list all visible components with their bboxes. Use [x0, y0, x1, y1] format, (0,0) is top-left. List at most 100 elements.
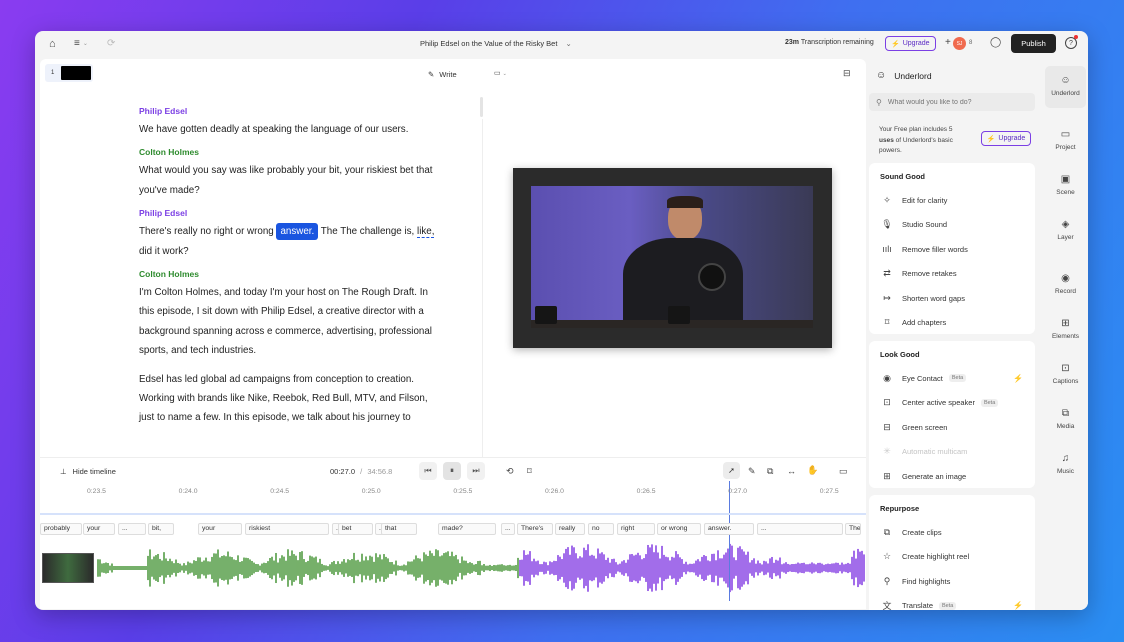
timeline-word[interactable]: bet	[338, 523, 373, 535]
tool-find-highlights[interactable]: ⚲ Find highlights	[869, 569, 1035, 594]
select-tool-icon[interactable]: ➚	[723, 462, 740, 479]
rail-media[interactable]: ⧉ Media	[1043, 408, 1088, 430]
timeline-word[interactable]: There's	[517, 523, 553, 535]
hide-timeline-button[interactable]: ⊥ Hide timeline	[60, 467, 116, 476]
skip-back-button[interactable]: ⏮	[419, 462, 437, 480]
crop-tool-icon[interactable]: ⧉	[767, 466, 773, 477]
transcript-line: background spanning across e commerce, a…	[139, 325, 432, 337]
timeline-word[interactable]: no	[588, 523, 614, 535]
timeline-word[interactable]: your	[83, 523, 115, 535]
rail-record[interactable]: ◉ Record	[1043, 273, 1088, 295]
sound-good-card: Sound Good ✧ Edit for clarity 🎙 Studio Sou…	[869, 163, 1035, 334]
timeline-word[interactable]: ...	[501, 523, 515, 535]
tool-remove-filler-words[interactable]: ıılı Remove filler words	[869, 237, 1035, 262]
sidebar-toggle-icon[interactable]: ⊟	[843, 68, 851, 79]
avatar[interactable]: SJ	[953, 37, 966, 50]
timeline-scrollbar[interactable]	[40, 513, 866, 515]
tool-create-highlight-reel[interactable]: ☆ Create highlight reel	[869, 545, 1035, 570]
tool-edit-for-clarity[interactable]: ✧ Edit for clarity	[869, 188, 1035, 213]
waveform-track[interactable]	[40, 536, 866, 606]
search-input[interactable]	[887, 98, 1028, 106]
transcript-paragraph[interactable]: What would you say was like probably you…	[139, 161, 459, 200]
tool-create-clips[interactable]: ⧉ Create clips	[869, 520, 1035, 545]
loop-icon[interactable]: ⟲	[506, 466, 514, 477]
tool-translate[interactable]: 文 Translate Beta ⚡	[869, 594, 1035, 610]
rail-elements[interactable]: ⊞ Elements	[1043, 318, 1088, 340]
draw-tool-icon[interactable]: ✎	[748, 466, 756, 477]
current-time: 00:27.0	[330, 467, 356, 476]
pause-button[interactable]: ⏸	[443, 462, 461, 480]
transcript-paragraph[interactable]: There's really no right or wrong answer.…	[139, 222, 459, 261]
add-collaborator-icon[interactable]: +	[945, 37, 951, 48]
bookmark-icon[interactable]: ⌑	[527, 466, 532, 477]
project-title[interactable]: Philip Edsel on the Value of the Risky B…	[420, 39, 572, 48]
tool-green-screen[interactable]: ⊟ Green screen	[869, 415, 1035, 440]
expand-icon[interactable]: ▭	[839, 466, 848, 477]
rail-captions[interactable]: ⊡ Captions	[1043, 363, 1088, 385]
transcript-line: There's really no right or wrong	[139, 226, 274, 238]
scroll-divider[interactable]	[480, 97, 483, 117]
menu-icon[interactable]: ≡ ⌄	[74, 38, 88, 49]
layout-icon[interactable]: ▭ ⌄	[494, 69, 507, 77]
tool-studio-sound[interactable]: 🎙 Studio Sound	[869, 213, 1035, 238]
stretch-tool-icon[interactable]: ↔	[787, 466, 796, 476]
write-button[interactable]: ✎ Write	[428, 70, 457, 79]
timeline-word[interactable]: that	[381, 523, 417, 535]
skip-forward-button[interactable]: ⏭	[467, 462, 485, 480]
wand-icon: ✧	[883, 194, 891, 205]
waveform-icon: ıılı	[882, 244, 892, 255]
doc-tab[interactable]: 1	[45, 64, 93, 82]
bolt-icon: ⚡	[891, 40, 900, 48]
timeline-word[interactable]: really	[555, 523, 585, 535]
timeline-word[interactable]: ...	[757, 523, 843, 535]
mug	[668, 306, 690, 324]
rail-layer[interactable]: ◈ Layer	[1043, 219, 1088, 241]
tool-add-chapters[interactable]: ⌑ Add chapters	[869, 311, 1035, 336]
timeline-word[interactable]: answer.	[704, 523, 754, 535]
filler-word[interactable]: like,	[417, 226, 435, 239]
rail-project[interactable]: ▭ Project	[1043, 129, 1088, 151]
tool-generate-an-image[interactable]: ⊞ Generate an image	[869, 464, 1035, 489]
tool-eye-contact[interactable]: ◉ Eye Contact Beta ⚡	[869, 366, 1035, 391]
speaker-label[interactable]: Colton Holmes	[139, 269, 459, 283]
transcript-paragraph[interactable]: Edsel has led global ad campaigns from c…	[139, 370, 459, 428]
plan-notice: Your Free plan includes 5 uses of Underlo…	[879, 125, 979, 157]
rail-label: Captions	[1052, 378, 1079, 385]
hand-tool-icon[interactable]: ✋	[807, 465, 818, 476]
timeline-word[interactable]: right	[617, 523, 655, 535]
time-tick: 0:25.0	[361, 488, 381, 495]
speaker-label[interactable]: Philip Edsel	[139, 208, 459, 222]
time-tick: 0:23.5	[87, 488, 106, 495]
video-preview[interactable]	[513, 168, 832, 348]
tool-center-active-speaker[interactable]: ⊡ Center active speaker Beta	[869, 391, 1035, 416]
tool-label: Center active speaker	[902, 398, 975, 408]
plan-upgrade-button[interactable]: ⚡ Upgrade	[981, 131, 1031, 146]
timeline-word[interactable]: or wrong	[657, 523, 701, 535]
timeline-word[interactable]: riskiest	[245, 523, 329, 535]
transcript-line: What would you say was like probably you…	[139, 165, 433, 177]
timeline-word[interactable]: ...	[118, 523, 146, 535]
publish-button[interactable]: Publish	[1011, 34, 1056, 53]
upgrade-button[interactable]: ⚡ Upgrade	[885, 36, 936, 51]
timeline-word[interactable]: bit,	[148, 523, 174, 535]
rail-scene[interactable]: ▣ Scene	[1043, 174, 1088, 196]
rail-underlord[interactable]: ☺ Underlord	[1043, 75, 1088, 97]
timeline-word[interactable]: probably	[40, 523, 82, 535]
timeline-word[interactable]: The	[845, 523, 861, 535]
transcript-paragraph[interactable]: I'm Colton Holmes, and today I'm your ho…	[139, 283, 459, 361]
tool-remove-retakes[interactable]: ⇄ Remove retakes	[869, 262, 1035, 287]
speaker-label[interactable]: Philip Edsel	[139, 106, 459, 120]
search-box[interactable]: ⚲	[869, 93, 1035, 111]
comment-icon[interactable]: ◯	[990, 37, 1001, 48]
bookmark-icon: ⌑	[884, 317, 890, 328]
rail-music[interactable]: ♫ Music	[1043, 453, 1088, 475]
timeline-word[interactable]: made?	[438, 523, 496, 535]
home-icon[interactable]: ⌂	[49, 38, 56, 50]
playhead[interactable]	[729, 481, 730, 601]
speaker-label[interactable]: Colton Holmes	[139, 147, 459, 161]
tool-shorten-word-gaps[interactable]: ↦ Shorten word gaps	[869, 286, 1035, 311]
tool-label: Create clips	[902, 527, 942, 537]
timeline-word[interactable]: your	[198, 523, 242, 535]
selected-word[interactable]: answer.	[276, 223, 319, 241]
transcript-paragraph[interactable]: We have gotten deadly at speaking the la…	[139, 120, 459, 139]
